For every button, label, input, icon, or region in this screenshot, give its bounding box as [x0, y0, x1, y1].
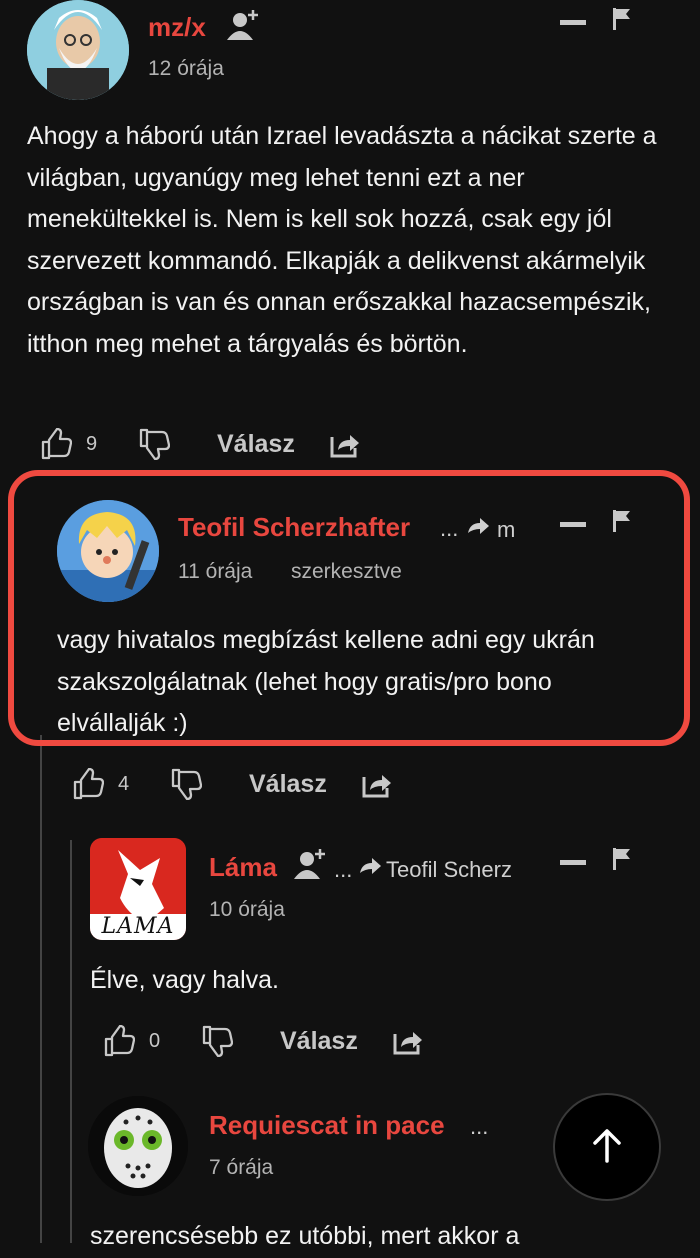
reply-button[interactable]: Válasz — [217, 430, 295, 459]
mention-user[interactable]: m — [497, 517, 515, 543]
thumbs-up-icon[interactable] — [72, 768, 104, 800]
comment-text: vagy hivatalos megbízást kellene adni eg… — [57, 626, 595, 737]
comment-time: 12 órája — [148, 57, 224, 80]
thumbs-up-icon[interactable] — [103, 1025, 135, 1057]
mention-ellipsis: ... — [470, 1114, 489, 1139]
avatar[interactable] — [57, 500, 159, 602]
add-user-icon[interactable] — [294, 847, 328, 879]
comment-text: Ahogy a háború után Izrael levadászta a … — [27, 122, 657, 358]
comment-time: 7 órája — [209, 1156, 274, 1179]
comment-text: Élve, vagy halva. — [90, 966, 279, 994]
edited-label: szerkesztve — [291, 560, 402, 583]
mention-user[interactable]: Teofil Scherz — [386, 857, 518, 883]
reply-arrow-icon — [358, 857, 382, 877]
like-count: 4 — [118, 773, 130, 795]
comment-time: 11 órája — [178, 560, 253, 583]
reply-button[interactable]: Válasz — [249, 770, 327, 799]
avatar-text: LAMA — [101, 914, 175, 939]
avatar[interactable] — [27, 0, 129, 100]
like-count: 0 — [149, 1030, 161, 1052]
comment-author[interactable]: Teofil Scherzhafter — [178, 512, 410, 543]
flag-icon[interactable] — [612, 848, 632, 870]
thread-line — [40, 735, 42, 1243]
minimize-icon[interactable] — [560, 522, 586, 528]
comment-author[interactable]: Láma — [209, 852, 277, 883]
share-icon[interactable] — [361, 769, 393, 799]
mention-ellipsis: ... — [334, 857, 353, 882]
add-user-icon[interactable] — [227, 8, 261, 40]
like-count: 9 — [86, 433, 98, 455]
comment-author[interactable]: mz/x — [148, 12, 206, 43]
comment-text: szerencsésebb ez utóbbi, mert akkor a — [90, 1222, 520, 1250]
avatar[interactable] — [88, 1096, 188, 1196]
arrow-up-icon — [592, 1129, 622, 1163]
reply-arrow-icon — [466, 517, 490, 537]
flag-icon[interactable] — [612, 8, 632, 30]
comment-time: 10 órája — [209, 898, 285, 921]
thumbs-up-icon[interactable] — [40, 428, 72, 460]
thumbs-down-icon[interactable] — [201, 1025, 233, 1057]
minimize-icon[interactable] — [560, 20, 586, 26]
comment-author[interactable]: Requiescat in pace — [209, 1110, 445, 1141]
reply-button[interactable]: Válasz — [280, 1027, 358, 1056]
minimize-icon[interactable] — [560, 860, 586, 866]
flag-icon[interactable] — [612, 510, 632, 532]
thumbs-down-icon[interactable] — [170, 768, 202, 800]
thumbs-down-icon[interactable] — [138, 428, 170, 460]
scroll-to-top-button[interactable] — [553, 1093, 661, 1201]
mention-ellipsis: ... — [440, 516, 459, 541]
avatar[interactable]: LAMA — [90, 838, 186, 940]
share-icon[interactable] — [329, 429, 361, 459]
thread-line — [70, 840, 72, 1243]
share-icon[interactable] — [392, 1026, 424, 1056]
